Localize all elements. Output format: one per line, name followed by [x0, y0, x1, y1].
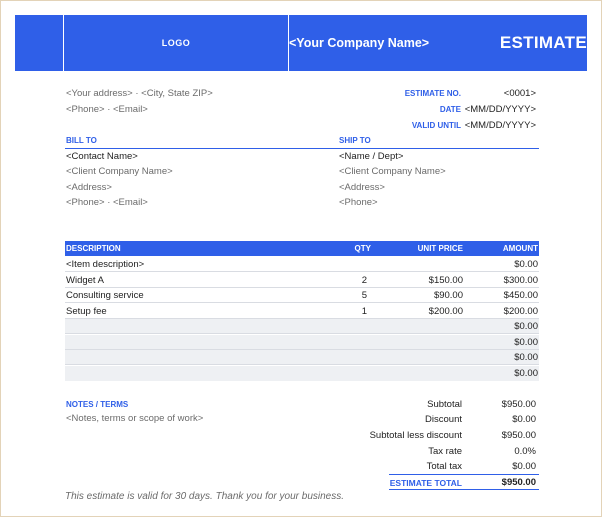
address-divider — [65, 148, 539, 149]
table-row[interactable]: $0.00 — [65, 350, 539, 365]
total-bottom-rule — [389, 489, 539, 490]
estimate-total-label: ESTIMATE TOTAL — [389, 478, 462, 488]
sender-contact[interactable]: <Phone> · <Email> — [66, 104, 148, 115]
table-row[interactable]: Setup fee 1 $200.00 $200.00 — [65, 304, 539, 319]
item-amount: $0.00 — [514, 321, 538, 332]
table-row[interactable]: $0.00 — [65, 319, 539, 334]
discount-label: Discount — [425, 414, 462, 425]
line-items-header: DESCRIPTION QTY UNIT PRICE AMOUNT — [65, 241, 539, 256]
company-name[interactable]: <Your Company Name> — [289, 15, 429, 71]
subtotal-less-discount-label: Subtotal less discount — [369, 430, 462, 441]
item-qty[interactable]: 1 — [362, 306, 367, 317]
item-amount: $0.00 — [514, 337, 538, 348]
item-amount: $450.00 — [503, 290, 538, 301]
bill-to-contact-name[interactable]: <Contact Name> — [66, 151, 138, 162]
row-divider — [65, 364, 539, 365]
table-row[interactable]: Widget A 2 $150.00 $300.00 — [65, 273, 539, 288]
notes-heading: NOTES / TERMS — [66, 400, 129, 409]
table-row[interactable]: Consulting service 5 $90.00 $450.00 — [65, 288, 539, 303]
column-header-unit-price: UNIT PRICE — [417, 244, 463, 253]
bill-to-address[interactable]: <Address> — [66, 182, 112, 193]
item-description[interactable]: Widget A — [66, 275, 104, 286]
estimate-number-label: ESTIMATE NO. — [404, 89, 461, 98]
date-value[interactable]: <MM/DD/YYYY> — [465, 104, 536, 115]
footer-note: This estimate is valid for 30 days. Than… — [65, 491, 345, 502]
item-amount: $200.00 — [503, 306, 538, 317]
tax-rate-label: Tax rate — [428, 446, 462, 457]
item-qty[interactable]: 5 — [362, 290, 367, 301]
row-divider — [65, 302, 539, 303]
item-amount: $0.00 — [514, 368, 538, 379]
estimate-number-value[interactable]: <0001> — [504, 88, 536, 99]
item-amount: $0.00 — [514, 259, 538, 270]
document-title: ESTIMATE — [499, 33, 587, 52]
total-top-rule — [389, 474, 539, 475]
ship-to-heading: SHIP TO — [339, 136, 371, 145]
bill-to-heading: BILL TO — [66, 136, 97, 145]
estimate-sheet: LOGO <Your Company Name> ESTIMATE <Your … — [0, 0, 602, 517]
header-band: LOGO <Your Company Name> ESTIMATE — [15, 15, 587, 71]
column-header-description: DESCRIPTION — [66, 244, 121, 253]
column-header-qty: QTY — [354, 244, 371, 253]
bill-to-company[interactable]: <Client Company Name> — [66, 166, 173, 177]
item-description[interactable]: <Item description> — [66, 259, 144, 270]
row-divider — [65, 271, 539, 272]
logo-placeholder[interactable]: LOGO — [63, 15, 289, 71]
item-amount: $300.00 — [503, 275, 538, 286]
valid-until-label: VALID UNTIL — [411, 121, 461, 130]
notes-text[interactable]: <Notes, terms or scope of work> — [66, 413, 203, 424]
item-unit-price[interactable]: $90.00 — [434, 290, 463, 301]
item-qty[interactable]: 2 — [362, 275, 367, 286]
date-label: DATE — [439, 105, 461, 114]
valid-until-value[interactable]: <MM/DD/YYYY> — [465, 120, 536, 131]
table-row[interactable]: $0.00 — [65, 335, 539, 350]
sender-address[interactable]: <Your address> · <City, State ZIP> — [66, 88, 213, 99]
ship-to-address[interactable]: <Address> — [339, 182, 385, 193]
row-divider — [65, 333, 539, 334]
ship-to-name[interactable]: <Name / Dept> — [339, 151, 403, 162]
item-amount: $0.00 — [514, 352, 538, 363]
subtotal-label: Subtotal — [427, 399, 462, 410]
item-description[interactable]: Setup fee — [66, 306, 107, 317]
table-row[interactable]: <Item description> $0.00 — [65, 257, 539, 272]
total-tax-value: $0.00 — [512, 461, 536, 472]
discount-value[interactable]: $0.00 — [512, 414, 536, 425]
bill-to-contact-line[interactable]: <Phone> · <Email> — [66, 197, 148, 208]
item-unit-price[interactable]: $150.00 — [429, 275, 463, 286]
item-unit-price[interactable]: $200.00 — [429, 306, 463, 317]
ship-to-phone[interactable]: <Phone> — [339, 197, 378, 208]
subtotal-less-discount-value: $950.00 — [501, 430, 536, 441]
total-tax-label: Total tax — [426, 461, 462, 472]
ship-to-company[interactable]: <Client Company Name> — [339, 166, 446, 177]
item-description[interactable]: Consulting service — [66, 290, 144, 301]
column-header-amount: AMOUNT — [502, 244, 538, 253]
tax-rate-value[interactable]: 0.0% — [514, 446, 536, 457]
subtotal-value: $950.00 — [501, 399, 536, 410]
table-row[interactable]: $0.00 — [65, 366, 539, 381]
estimate-total-value: $950.00 — [501, 477, 536, 488]
